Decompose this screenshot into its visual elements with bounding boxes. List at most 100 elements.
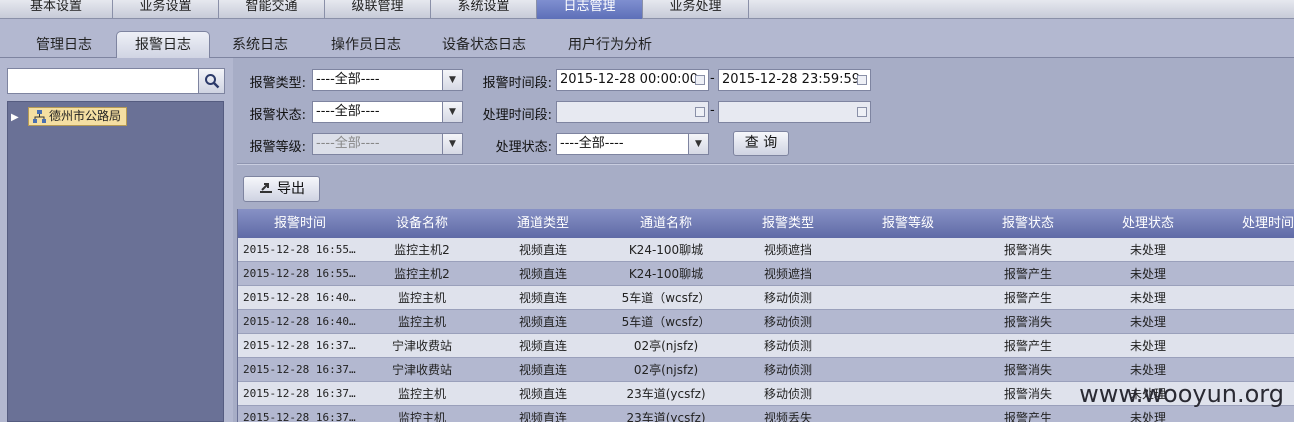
table-row[interactable]: 2015-12-28 16:55… 监控主机2 视频直连 K24-100聊城 视频遮挡 报… xyxy=(238,238,1294,262)
chevron-down-icon[interactable]: ▼ xyxy=(442,70,462,90)
chevron-down-icon[interactable]: ▼ xyxy=(688,134,708,154)
query-button[interactable]: 查 询 xyxy=(733,131,789,156)
alarm-end-value: 2015-12-28 23:59:59 xyxy=(722,72,861,87)
handle-status-select[interactable]: ----全部---- ▼ xyxy=(556,133,709,155)
column-header[interactable]: 报警等级 xyxy=(848,209,968,238)
table-cell: 2015-12-28 16:37… xyxy=(243,339,356,352)
chevron-down-icon[interactable]: ▼ xyxy=(442,102,462,122)
table-cell: 报警产生 xyxy=(1003,291,1052,305)
top-nav-tab[interactable]: 智能交通 xyxy=(219,0,325,19)
alarm-status-select[interactable]: ----全部---- ▼ xyxy=(312,101,463,123)
table-cell: 23车道(ycsfz) xyxy=(626,411,706,422)
table-row[interactable]: 2015-12-28 16:40… 监控主机 视频直连 5车道（wcsfz） 移动侦测 报… xyxy=(238,286,1294,310)
sub-tab[interactable]: 操作员日志 xyxy=(312,32,420,58)
column-header[interactable]: 处理时间 xyxy=(1208,209,1294,238)
top-nav-tab[interactable]: 系统设置 xyxy=(431,0,537,19)
table-cell: 报警消失 xyxy=(1003,315,1052,329)
export-icon xyxy=(260,183,272,193)
handle-end-input[interactable] xyxy=(718,101,871,123)
sub-tab[interactable]: 管理日志 xyxy=(14,32,114,58)
tree-search-input[interactable] xyxy=(7,68,199,94)
table-cell: 视频遮挡 xyxy=(763,267,812,281)
table-cell: 移动侦测 xyxy=(763,363,812,377)
column-header[interactable]: 设备名称 xyxy=(362,209,482,238)
calendar-icon[interactable] xyxy=(857,107,867,117)
handle-status-label: 处理状态: xyxy=(495,140,552,155)
table-cell: 监控主机 xyxy=(397,291,446,305)
tree-node-label: 德州市公路局 xyxy=(49,109,122,123)
alarm-type-value: ----全部---- xyxy=(316,72,380,87)
table-cell: 2015-12-28 16:40… xyxy=(243,315,356,328)
table-cell: 5车道（wcsfz） xyxy=(621,291,711,305)
alarm-start-value: 2015-12-28 00:00:00 xyxy=(560,72,699,87)
sub-tab[interactable]: 用户行为分析 xyxy=(548,32,672,58)
column-header[interactable]: 报警类型 xyxy=(728,209,848,238)
table-cell: 监控主机2 xyxy=(394,267,450,281)
column-header[interactable]: 处理状态 xyxy=(1088,209,1208,238)
top-nav: 基本设置 业务设置 智能交通 级联管理 系统设置 日志管理 业务处理 xyxy=(0,0,1294,19)
calendar-icon[interactable] xyxy=(695,75,705,85)
table-cell: 2015-12-28 16:55… xyxy=(243,243,356,256)
top-nav-tab[interactable]: 级联管理 xyxy=(325,0,431,19)
alarm-end-input[interactable]: 2015-12-28 23:59:59 xyxy=(718,69,871,91)
table-row[interactable]: 2015-12-28 16:37… 监控主机 视频直连 23车道(ycsfz) 视频丢失… xyxy=(238,406,1294,422)
sub-tab[interactable]: 报警日志 xyxy=(116,31,210,59)
table-cell: 移动侦测 xyxy=(763,315,812,329)
table-cell: 未处理 xyxy=(1129,363,1166,377)
sub-tab[interactable]: 系统日志 xyxy=(212,32,308,58)
column-header[interactable]: 通道类型 xyxy=(482,209,604,238)
handle-start-input[interactable] xyxy=(556,101,709,123)
table-cell: 2015-12-28 16:37… xyxy=(243,387,356,400)
sub-tab[interactable]: 设备状态日志 xyxy=(424,32,544,58)
table-cell: 视频直连 xyxy=(518,291,567,305)
table-row[interactable]: 2015-12-28 16:55… 监控主机2 视频直连 K24-100聊城 视频遮挡 报… xyxy=(238,262,1294,286)
top-nav-tab[interactable]: 业务设置 xyxy=(113,0,219,19)
table-cell: 5车道（wcsfz） xyxy=(621,315,711,329)
calendar-icon[interactable] xyxy=(857,75,867,85)
table-cell: 视频直连 xyxy=(518,387,567,401)
tree-node-root[interactable]: 德州市公路局 xyxy=(28,107,128,126)
table-cell: 未处理 xyxy=(1129,267,1166,281)
alarm-level-label: 报警等级: xyxy=(249,140,306,155)
alarm-status-label: 报警状态: xyxy=(249,108,306,123)
export-label: 导出 xyxy=(277,181,305,197)
column-header[interactable]: 通道名称 xyxy=(604,209,728,238)
range-dash: - xyxy=(710,71,715,86)
table-cell: 视频直连 xyxy=(518,267,567,281)
table-cell: 监控主机2 xyxy=(394,243,450,257)
handle-period-label: 处理时间段: xyxy=(482,108,552,123)
alarm-start-input[interactable]: 2015-12-28 00:00:00 xyxy=(556,69,709,91)
table-cell: 视频直连 xyxy=(518,243,567,257)
top-nav-tab[interactable]: 基本设置 xyxy=(0,0,113,19)
table-row[interactable]: 2015-12-28 16:40… 监控主机 视频直连 5车道（wcsfz） 移动侦测 报… xyxy=(238,310,1294,334)
table-cell: 视频丢失 xyxy=(763,411,812,422)
table-cell: 视频直连 xyxy=(518,339,567,353)
column-header[interactable]: 报警状态 xyxy=(968,209,1088,238)
alarm-status-value: ----全部---- xyxy=(316,104,380,119)
chevron-down-icon[interactable]: ▼ xyxy=(442,134,462,154)
divider xyxy=(237,163,1294,165)
search-button[interactable] xyxy=(198,68,225,94)
table-cell: 监控主机 xyxy=(397,411,446,422)
table-cell: 2015-12-28 16:37… xyxy=(243,411,356,422)
tree-expand-icon[interactable]: ▶ xyxy=(11,112,19,123)
table-cell: 报警消失 xyxy=(1003,363,1052,377)
table-cell: 移动侦测 xyxy=(763,291,812,305)
table-row[interactable]: 2015-12-28 16:37… 宁津收费站 视频直连 02亭(njsfz) 移动侦测… xyxy=(238,358,1294,382)
table-cell: 宁津收费站 xyxy=(391,339,452,353)
table-cell: 报警消失 xyxy=(1003,243,1052,257)
table-cell: 移动侦测 xyxy=(763,387,812,401)
top-nav-tab[interactable]: 日志管理 xyxy=(537,0,643,19)
export-button[interactable]: 导出 xyxy=(243,176,320,202)
alarm-type-select[interactable]: ----全部---- ▼ xyxy=(312,69,463,91)
top-nav-tab[interactable]: 业务处理 xyxy=(643,0,749,19)
table-cell: 未处理 xyxy=(1129,339,1166,353)
alarm-level-select[interactable]: ----全部---- ▼ xyxy=(312,133,463,155)
table-cell: 2015-12-28 16:37… xyxy=(243,363,356,376)
column-header[interactable]: 报警时间 xyxy=(238,209,362,238)
table-cell: 报警产生 xyxy=(1003,411,1052,422)
calendar-icon[interactable] xyxy=(695,107,705,117)
table-row[interactable]: 2015-12-28 16:37… 宁津收费站 视频直连 02亭(njsfz) 移动侦测… xyxy=(238,334,1294,358)
table-cell: 23车道(ycsfz) xyxy=(626,387,706,401)
table-cell: K24-100聊城 xyxy=(628,243,704,257)
